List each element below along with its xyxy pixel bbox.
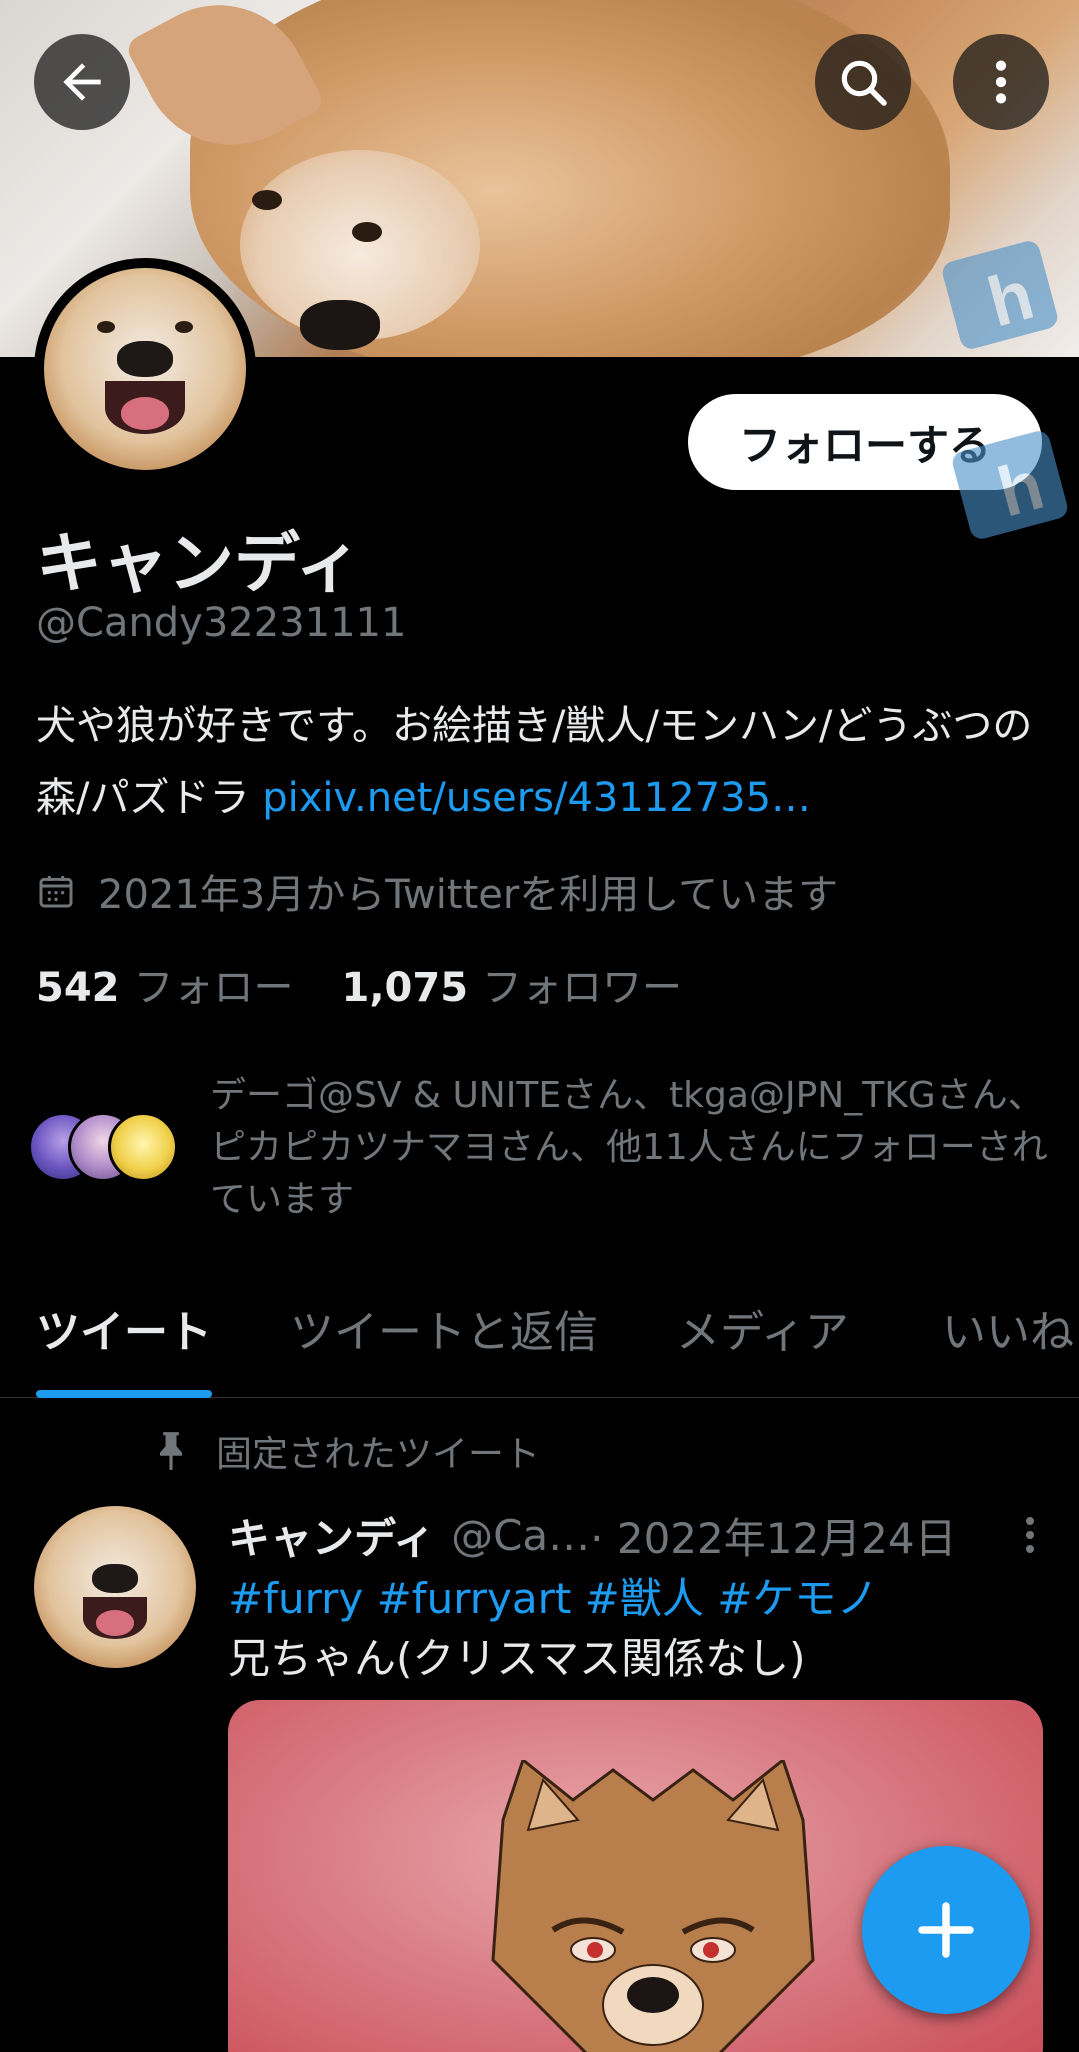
tab-active-indicator bbox=[36, 1390, 212, 1398]
avatar-eye bbox=[96, 320, 115, 333]
followed-by-section[interactable]: デーゴ@SV & UNITEさん、tkga@JPN_TKGさん、ピカピカツナマヨ… bbox=[28, 1070, 1058, 1226]
tab-label: メディア bbox=[676, 1307, 849, 1358]
pinned-label: 固定されたツイート bbox=[216, 1434, 541, 1475]
watermark-logo-icon: h bbox=[952, 431, 1068, 539]
banner-dog-eye bbox=[352, 222, 382, 242]
wolf-illustration bbox=[491, 1760, 815, 2052]
plus-icon bbox=[918, 1902, 974, 1958]
profile-bio: 犬や狼が好きです。お絵描き/獣人/モンハン/どうぶつの森/パズドラ pixiv.… bbox=[36, 690, 1046, 834]
tweet-text: 兄ちゃん(クリスマス関係なし) bbox=[228, 1634, 806, 1683]
tab-likes[interactable]: いいね bbox=[942, 1280, 1074, 1360]
following-label: フォロー bbox=[133, 965, 294, 1011]
tab-tweets-and-replies[interactable]: ツイートと返信 bbox=[290, 1280, 598, 1360]
following-count: 542 bbox=[36, 965, 120, 1011]
tweet-author-name[interactable]: キャンディ bbox=[228, 1505, 435, 1566]
pin-icon bbox=[160, 1432, 182, 1470]
pinned-indicator: 固定されたツイート bbox=[152, 1425, 540, 1477]
followers-label: フォロワー bbox=[482, 965, 683, 1011]
tweet-date[interactable]: · 2022年12月24日 bbox=[590, 1505, 956, 1566]
watermark-logo-icon: h bbox=[942, 241, 1058, 349]
compose-tweet-button[interactable] bbox=[862, 1846, 1030, 2014]
tab-label: いいね bbox=[942, 1307, 1074, 1358]
more-options-button[interactable] bbox=[953, 34, 1049, 130]
tweet-author-handle[interactable]: @Ca… bbox=[451, 1511, 590, 1560]
profile-avatar[interactable] bbox=[34, 258, 256, 480]
banner-dog-nose bbox=[300, 300, 380, 350]
profile-handle: @Candy32231111 bbox=[36, 600, 407, 646]
avatar-nose bbox=[92, 1564, 138, 1594]
search-icon bbox=[841, 60, 887, 106]
following-stat[interactable]: 542 フォロー bbox=[36, 955, 294, 1013]
tweet-author-avatar[interactable] bbox=[34, 1506, 196, 1668]
profile-tabs: ツイート ツイートと返信 メディア いいね bbox=[0, 1280, 1079, 1398]
calendar-icon bbox=[39, 876, 73, 908]
avatar-eye bbox=[175, 320, 194, 333]
tab-tweets[interactable]: ツイート bbox=[36, 1280, 212, 1398]
more-vertical-icon bbox=[995, 60, 1007, 104]
avatar bbox=[108, 1112, 178, 1182]
tweet-hashtags[interactable]: #furry #furryart #獣人 #ケモノ bbox=[228, 1565, 878, 1626]
joined-date: 2021年3月からTwitterを利用しています bbox=[36, 862, 838, 920]
back-button[interactable] bbox=[34, 34, 130, 130]
joined-text: 2021年3月からTwitterを利用しています bbox=[98, 872, 839, 918]
arrow-left-icon bbox=[63, 63, 101, 101]
avatar-tongue bbox=[95, 1609, 135, 1636]
profile-stats: 542 フォロー 1,075 フォロワー bbox=[36, 955, 730, 1013]
followers-stat[interactable]: 1,075 フォロワー bbox=[342, 955, 683, 1013]
followed-by-text: デーゴ@SV & UNITEさん、tkga@JPN_TKGさん、ピカピカツナマヨ… bbox=[210, 1075, 1048, 1220]
avatar-tongue bbox=[120, 397, 170, 430]
followed-by-avatars bbox=[28, 1112, 178, 1192]
tweet-header: キャンディ @Ca… · 2022年12月24日 bbox=[228, 1505, 1048, 1566]
tab-media[interactable]: メディア bbox=[676, 1280, 849, 1360]
avatar-image bbox=[44, 268, 246, 470]
tab-label: ツイートと返信 bbox=[290, 1307, 598, 1358]
tab-label: ツイート bbox=[36, 1307, 212, 1358]
bio-link[interactable]: pixiv.net/users/43112735… bbox=[262, 775, 811, 821]
banner-dog-eye bbox=[252, 190, 282, 210]
avatar-nose bbox=[116, 340, 174, 378]
tweet-more-icon[interactable] bbox=[1012, 1511, 1048, 1559]
followers-count: 1,075 bbox=[341, 965, 469, 1011]
profile-display-name: キャンディ bbox=[36, 525, 362, 602]
search-button[interactable] bbox=[815, 34, 911, 130]
